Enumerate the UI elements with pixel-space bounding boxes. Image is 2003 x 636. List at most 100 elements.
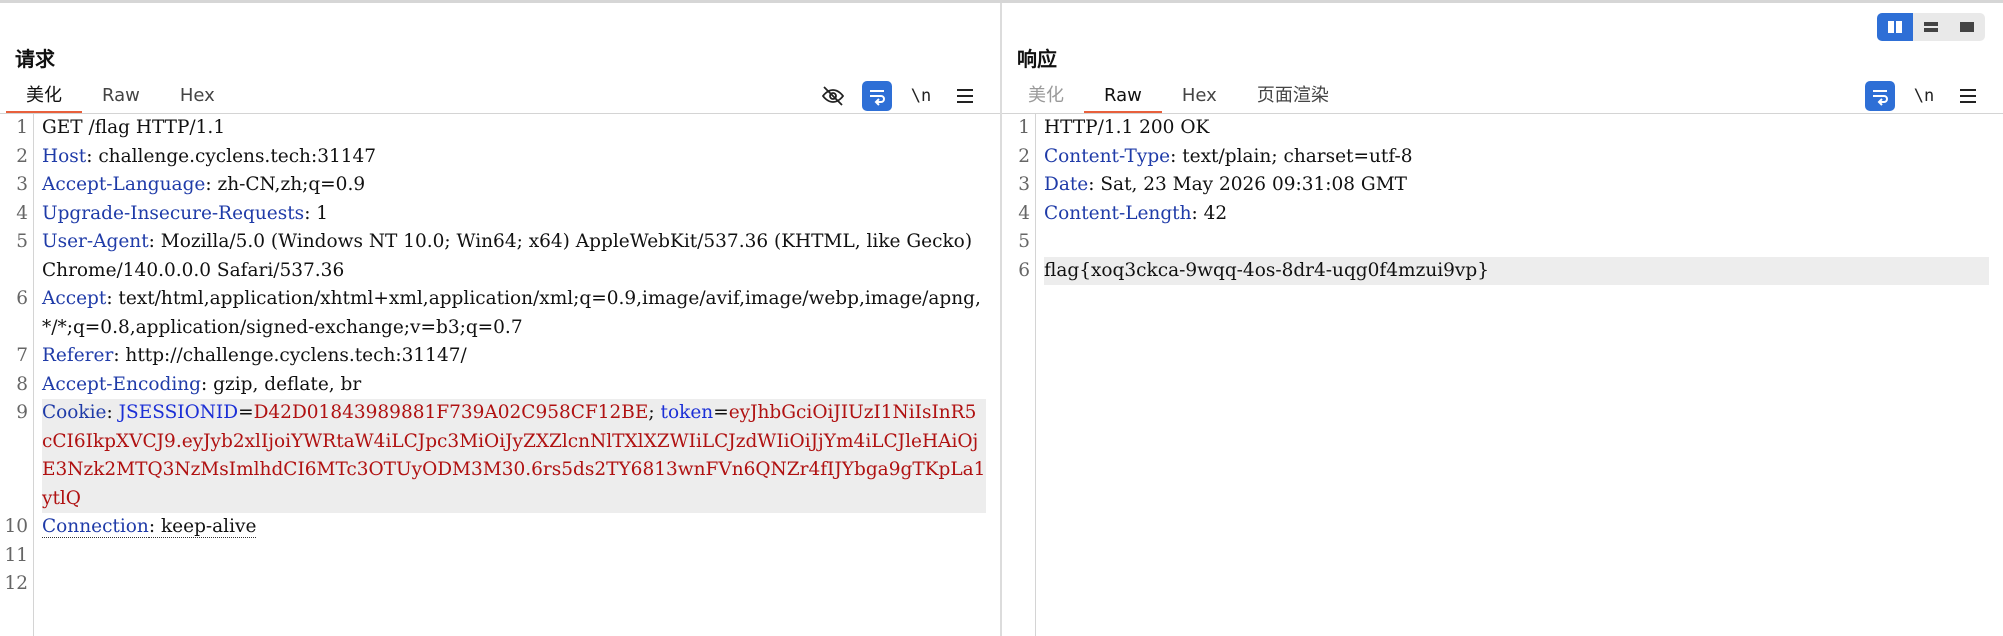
code-line: 6 flag{xoq3ckca-9wqq-4os-8dr4-uqg0f4mzui9…	[1002, 256, 2003, 285]
code-text: Cookie: JSESSIONID=D42D01843989881F739A0…	[42, 399, 986, 513]
tab-raw[interactable]: Raw	[82, 79, 160, 113]
code-token: =	[238, 402, 254, 423]
tab-pretty[interactable]: 美化	[1008, 79, 1084, 113]
code-line: 10 Connection: keep-alive	[0, 513, 1000, 542]
line-number: 1	[16, 117, 28, 138]
code-text: Upgrade-Insecure-Requests: 1	[42, 200, 986, 229]
line-number: 10	[4, 516, 28, 537]
line-number: 5	[16, 231, 28, 252]
code-token: Cookie	[42, 402, 107, 423]
code-token: token	[660, 402, 714, 423]
response-tabs: 美化 Raw Hex 页面渲染	[1008, 79, 1349, 114]
response-title: 响应	[1017, 47, 1057, 71]
code-token: Date	[1044, 174, 1089, 195]
line-number: 2	[16, 145, 28, 167]
line-number: 4	[16, 202, 28, 224]
line-number: 3	[16, 174, 28, 195]
code-token: Accept-Language	[42, 174, 206, 195]
code-text: Accept: text/html,application/xhtml+xml,…	[42, 285, 986, 342]
code-token: D42D01843989881F739A02C958CF12BE	[253, 402, 649, 423]
hide-icon[interactable]	[818, 81, 848, 111]
request-editor[interactable]: 1 GET /flag HTTP/1.1 2 Host: challenge.cycl…	[0, 114, 1000, 636]
code-token: :	[106, 402, 119, 423]
tab-raw[interactable]: Raw	[1084, 79, 1162, 114]
code-token: GET /flag HTTP/1.1	[42, 117, 226, 138]
response-toolbar: \n	[1865, 79, 1983, 113]
line-number: 6	[1018, 259, 1030, 281]
code-line: 1 GET /flag HTTP/1.1	[0, 114, 1000, 143]
line-number: 7	[16, 345, 28, 366]
line-number: 11	[4, 544, 28, 566]
request-toolbar: \n	[818, 79, 980, 113]
line-number: 12	[4, 573, 28, 594]
split-columns-icon[interactable]	[1877, 13, 1913, 41]
code-text: Referer: http://challenge.cyclens.tech:3…	[42, 342, 986, 371]
newline-toggle-button[interactable]: \n	[906, 81, 936, 111]
code-token: Referer	[42, 345, 114, 366]
menu-icon[interactable]	[1953, 81, 1983, 111]
code-line: 8 Accept-Encoding: gzip, deflate, br	[0, 371, 1000, 400]
line-number: 9	[16, 402, 28, 423]
request-tabs: 美化 Raw Hex	[6, 79, 235, 114]
code-text: Content-Type: text/plain; charset=utf-8	[1044, 143, 1989, 172]
code-token: : Mozilla/5.0 (Windows NT 10.0; Win64; x…	[42, 231, 978, 281]
gutter-divider	[33, 114, 34, 636]
code-text: GET /flag HTTP/1.1	[42, 114, 986, 143]
code-token: Connection	[42, 516, 149, 538]
code-text: Connection: keep-alive	[42, 513, 986, 542]
code-line: 5 User-Agent: Mozilla/5.0 (Windows NT 10.…	[0, 228, 1000, 285]
code-line: 6 Accept: text/html,application/xhtml+xml…	[0, 285, 1000, 342]
code-text: HTTP/1.1 200 OK	[1044, 114, 1989, 143]
code-token: : http://challenge.cyclens.tech:31147/	[113, 345, 467, 366]
request-title: 请求	[15, 47, 55, 71]
code-text: flag{xoq3ckca-9wqq-4os-8dr4-uqg0f4mzui9v…	[1044, 256, 1989, 285]
line-number: 8	[16, 373, 28, 395]
tab-pretty[interactable]: 美化	[6, 79, 82, 114]
code-token: ;	[648, 402, 661, 423]
code-token: : zh-CN,zh;q=0.9	[205, 174, 366, 195]
code-token: flag{xoq3ckca-9wqq-4os-8dr4-uqg0f4mzui9v…	[1044, 259, 1489, 281]
code-token: JSESSIONID	[118, 402, 239, 423]
code-text: User-Agent: Mozilla/5.0 (Windows NT 10.0…	[42, 228, 986, 285]
gutter-divider	[1035, 114, 1036, 636]
code-line: 2 Host: challenge.cyclens.tech:31147	[0, 143, 1000, 172]
split-rows-icon[interactable]	[1913, 13, 1949, 41]
tab-render[interactable]: 页面渲染	[1237, 79, 1349, 113]
line-number: 6	[16, 288, 28, 309]
code-line: 4 Upgrade-Insecure-Requests: 1	[0, 200, 1000, 229]
code-token: : challenge.cyclens.tech:31147	[86, 145, 377, 167]
code-token: : Sat, 23 May 2026 09:31:08 GMT	[1088, 174, 1407, 195]
tab-hex[interactable]: Hex	[160, 79, 235, 113]
menu-icon[interactable]	[950, 81, 980, 111]
response-pane: 响应 美化 Raw Hex 页面渲染 \n 1 HTTP/1.1 200 OK 2 C…	[1002, 3, 2003, 636]
single-pane-icon[interactable]	[1949, 13, 1985, 41]
code-token: Accept-Encoding	[42, 373, 201, 395]
code-text: Accept-Language: zh-CN,zh;q=0.9	[42, 171, 986, 200]
response-editor[interactable]: 1 HTTP/1.1 200 OK 2 Content-Type: text/plai…	[1002, 114, 2003, 636]
code-token: : 1	[304, 202, 329, 224]
code-token: =	[713, 402, 729, 423]
code-token: Host	[42, 145, 87, 167]
code-line: 4 Content-Length: 42	[1002, 200, 2003, 229]
code-text: Content-Length: 42	[1044, 200, 1989, 229]
newline-toggle-button[interactable]: \n	[1909, 81, 1939, 111]
code-token: HTTP/1.1 200 OK	[1044, 117, 1210, 138]
layout-switch	[1877, 13, 1985, 41]
code-line: 12	[0, 570, 1000, 599]
code-line: 3 Date: Sat, 23 May 2026 09:31:08 GMT	[1002, 171, 2003, 200]
wrap-lines-icon[interactable]	[1865, 81, 1895, 111]
code-token: User-Agent	[42, 231, 149, 252]
line-number: 2	[1018, 145, 1030, 167]
line-number: 4	[1018, 202, 1030, 224]
code-text: Host: challenge.cyclens.tech:31147	[42, 143, 986, 172]
code-line: 11	[0, 542, 1000, 571]
line-number: 3	[1018, 174, 1030, 195]
request-pane: 请求 美化 Raw Hex \n 1 GET /flag HTTP/1.1 2 …	[0, 3, 1000, 636]
wrap-lines-icon[interactable]	[862, 81, 892, 111]
code-line: 3 Accept-Language: zh-CN,zh;q=0.9	[0, 171, 1000, 200]
tab-hex[interactable]: Hex	[1162, 79, 1237, 113]
code-token: : text/plain; charset=utf-8	[1170, 145, 1413, 167]
